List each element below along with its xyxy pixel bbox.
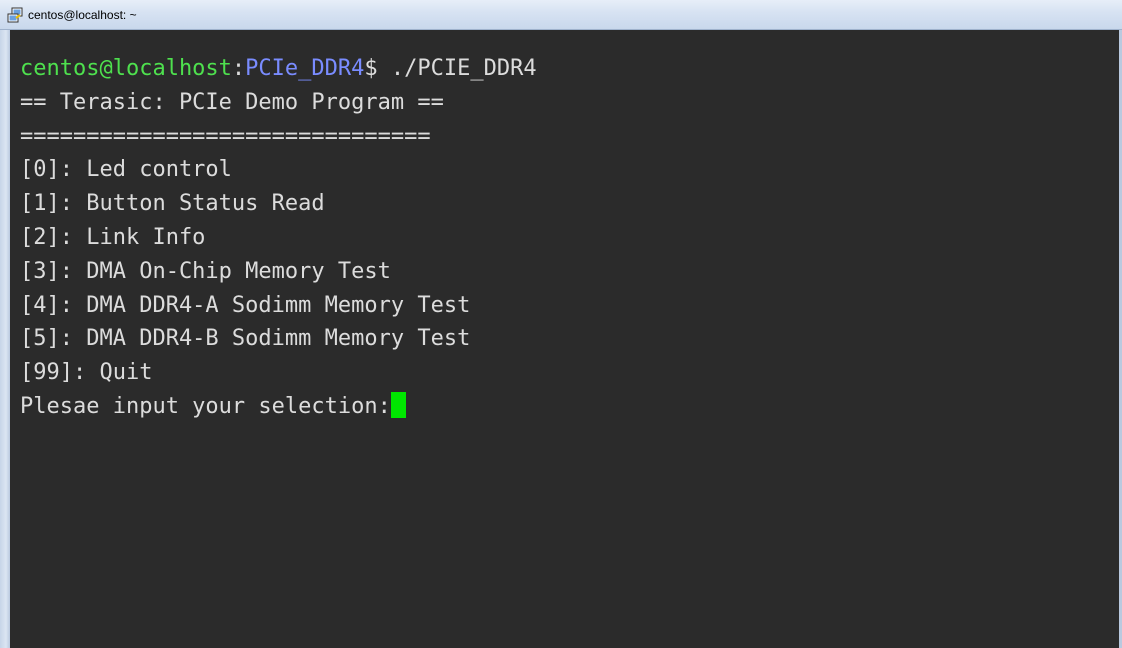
input-line[interactable]: Plesae input your selection: [20,390,1119,424]
command-text: ./PCIE_DDR4 [390,56,537,81]
title-bar[interactable]: centos@localhost: ~ [0,0,1122,30]
window-title: centos@localhost: ~ [28,8,137,22]
menu-option-quit: [99]: Quit [20,360,153,386]
menu-option-dma-onchip: [3]: DMA On-Chip Memory Test [20,258,391,284]
terminal-content[interactable]: centos@localhost:PCIe_DDR4$ ./PCIE_DDR4 … [10,30,1119,648]
text-cursor [390,391,406,418]
input-prompt: Plesae input your selection: [20,393,391,419]
prompt-symbol: $ [364,56,391,81]
prompt-user-host: centos@localhost [20,56,232,81]
prompt-colon: : [231,56,246,81]
putty-icon [7,7,23,23]
window-frame-left [0,30,10,648]
prompt-path: PCIe_DDR4 [245,56,365,81]
output-line-banner: == Terasic: PCIe Demo Program == [20,89,444,115]
menu-option-link-info: [2]: Link Info [20,224,206,250]
output-line-separator: =============================== [20,123,431,149]
menu-option-button-status: [1]: Button Status Read [20,191,325,217]
command-line: centos@localhost:PCIe_DDR4$ ./PCIE_DDR4 [20,52,1119,86]
menu-option-led-control: [0]: Led control [20,157,232,183]
menu-option-dma-ddr4-a: [4]: DMA DDR4-A Sodimm Memory Test [20,292,471,318]
menu-option-dma-ddr4-b: [5]: DMA DDR4-B Sodimm Memory Test [20,326,471,352]
terminal-window: centos@localhost: ~ centos@localhost:PCI… [0,0,1122,648]
